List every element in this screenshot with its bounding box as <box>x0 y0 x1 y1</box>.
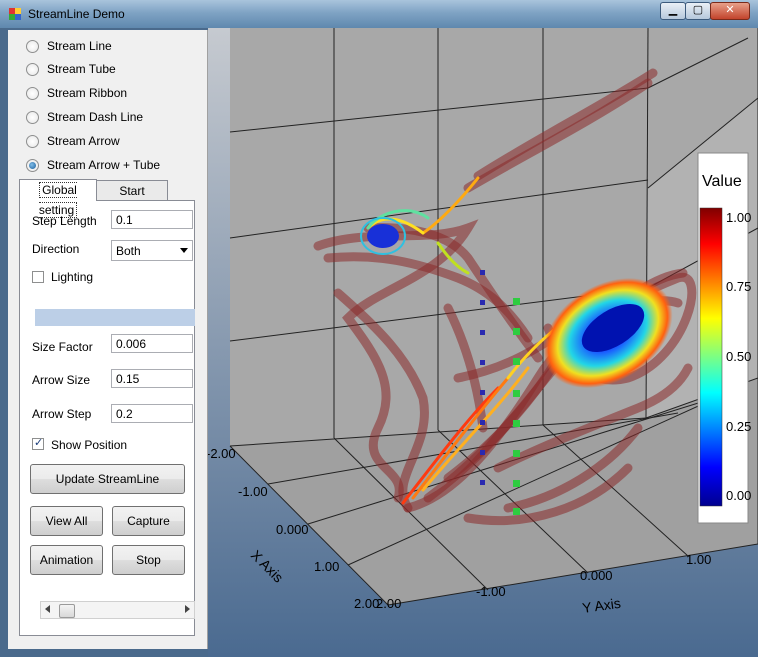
chevron-down-icon[interactable] <box>180 248 188 253</box>
scroll-left-icon[interactable] <box>45 605 50 613</box>
tab-label: Global setting <box>38 182 78 218</box>
streamline-3d-view[interactable]: -2.00 -1.00 0.000 1.00 2.00 2.00 -1.00 0… <box>208 28 758 657</box>
y-tick-label: 1.00 <box>686 552 711 567</box>
radio-indicator[interactable] <box>26 134 39 148</box>
horizontal-scrollbar[interactable] <box>40 601 195 619</box>
legend-tick: 0.00 <box>726 488 751 503</box>
radio-indicator[interactable] <box>26 110 39 124</box>
radio-stream-dash-line[interactable]: Stream Dash Line <box>26 109 143 125</box>
title-bar[interactable]: StreamLine Demo ▁ ▢ ✕ <box>0 0 758 28</box>
arrow-size-input[interactable]: 0.15 <box>111 369 193 388</box>
x-tick-label: 0.000 <box>276 522 309 537</box>
radio-label: Stream Line <box>47 39 112 53</box>
direction-value: Both <box>116 244 141 258</box>
legend-tick: 1.00 <box>726 210 751 225</box>
show-position-label: Show Position <box>51 438 128 452</box>
radio-label: Stream Dash Line <box>47 110 144 124</box>
app-window: StreamLine Demo ▁ ▢ ✕ Stream Line Stream… <box>0 0 758 657</box>
maximize-button[interactable]: ▢ <box>685 2 711 20</box>
stop-button[interactable]: Stop <box>112 545 185 575</box>
tab-global-setting[interactable]: Global setting <box>19 179 97 218</box>
app-icon <box>9 8 21 20</box>
global-setting-panel: Step Length 0.1 Direction Both Lighting … <box>19 200 195 636</box>
radio-label: Stream Ribbon <box>47 86 128 100</box>
arrow-size-label: Arrow Size <box>32 373 91 387</box>
update-streamline-button[interactable]: Update StreamLine <box>30 464 185 494</box>
minimize-button[interactable]: ▁ <box>660 2 686 20</box>
color-bar <box>35 309 195 326</box>
small-vortex <box>367 224 399 248</box>
color-legend: Value 1.00 0.75 0.50 0.25 0.00 <box>697 152 751 524</box>
scroll-right-icon[interactable] <box>185 605 190 613</box>
lighting-label: Lighting <box>51 270 94 284</box>
animation-button[interactable]: Animation <box>30 545 103 575</box>
scroll-thumb[interactable] <box>59 604 75 618</box>
legend-colorbar <box>699 207 723 507</box>
radio-stream-arrow-tube[interactable]: Stream Arrow + Tube <box>26 157 160 173</box>
radio-label: Stream Arrow + Tube <box>47 158 161 172</box>
radio-indicator[interactable] <box>26 158 39 172</box>
y-tick-label: 0.000 <box>580 568 613 583</box>
direction-select[interactable]: Both <box>111 240 193 261</box>
control-panel: Stream Line Stream Tube Stream Ribbon St… <box>8 30 208 649</box>
radio-stream-line[interactable]: Stream Line <box>26 38 112 54</box>
radio-stream-ribbon[interactable]: Stream Ribbon <box>26 85 127 101</box>
legend-tick: 0.75 <box>726 279 751 294</box>
view-all-button[interactable]: View All <box>30 506 103 536</box>
lighting-checkbox[interactable] <box>32 271 44 283</box>
tab-start-position[interactable]: Start Position <box>96 180 168 218</box>
step-length-input[interactable]: 0.1 <box>111 210 193 229</box>
radio-stream-tube[interactable]: Stream Tube <box>26 61 116 77</box>
size-factor-input[interactable]: 0.006 <box>111 334 193 353</box>
close-button[interactable]: ✕ <box>710 2 750 20</box>
legend-tick: 0.25 <box>726 419 751 434</box>
show-position-checkbox[interactable] <box>32 436 44 450</box>
radio-indicator[interactable] <box>26 62 39 76</box>
arrow-step-label: Arrow Step <box>32 407 92 421</box>
y-tick-label: -1.00 <box>476 584 506 599</box>
x-tick-label: -1.00 <box>238 484 268 499</box>
direction-label: Direction <box>32 242 80 256</box>
radio-label: Stream Tube <box>47 62 116 76</box>
radio-indicator[interactable] <box>26 39 39 53</box>
radio-stream-arrow[interactable]: Stream Arrow <box>26 133 120 149</box>
radio-indicator[interactable] <box>26 86 39 100</box>
arrow-step-input[interactable]: 0.2 <box>111 404 193 423</box>
legend-tick: 0.50 <box>726 349 751 364</box>
x-tick-label: 1.00 <box>314 559 339 574</box>
capture-button[interactable]: Capture <box>112 506 185 536</box>
radio-label: Stream Arrow <box>47 134 120 148</box>
x-tick-label: -2.00 <box>208 446 236 461</box>
window-title: StreamLine Demo <box>28 7 125 21</box>
legend-title: Value <box>702 173 742 190</box>
y-tick-label: 2.00 <box>376 596 401 611</box>
size-factor-label: Size Factor <box>32 340 93 354</box>
